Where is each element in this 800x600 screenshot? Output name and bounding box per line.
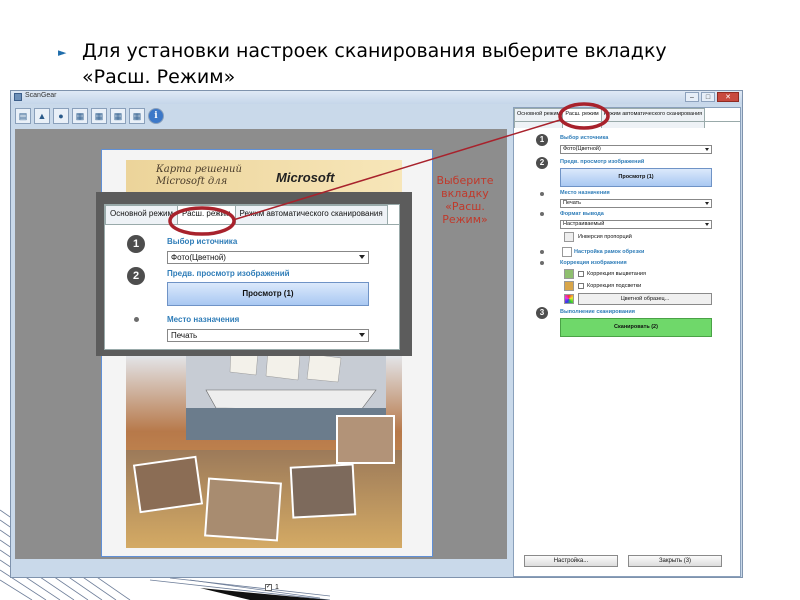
scanner-icon[interactable]: ▤ <box>15 108 31 124</box>
page-number: 1 <box>275 584 279 591</box>
destination-value: Печать <box>563 200 582 206</box>
grid-icon[interactable]: ▦ <box>72 108 88 124</box>
settings-button[interactable]: Настройка... <box>524 555 618 567</box>
tab-basic-mode[interactable]: Основной режим <box>514 108 564 128</box>
zoom-tab-basic-mode[interactable]: Основной режим <box>105 205 179 225</box>
poster-brand: Microsoft <box>276 170 335 185</box>
step-dot <box>540 250 544 254</box>
destination-select[interactable]: Печать <box>560 199 712 208</box>
zoom-source-select[interactable]: Фото(Цветной) <box>167 251 369 264</box>
maximize-button[interactable]: □ <box>701 92 715 102</box>
settings-panel: Основной режим Расш. режим Режим автомат… <box>513 107 741 577</box>
step-dot <box>540 212 544 216</box>
zoom-tab-advanced-mode[interactable]: Расш. режим <box>177 205 236 225</box>
step-1-badge: 1 <box>536 134 548 146</box>
tab-advanced-mode[interactable]: Расш. режим <box>562 108 602 128</box>
zoom-step-1-badge: 1 <box>127 235 145 253</box>
backlight-checkbox[interactable]: Коррекция подсветки <box>578 283 641 289</box>
color-pattern-button[interactable]: Цветной образец... <box>578 293 712 305</box>
fade-label: Коррекция выцветания <box>587 271 646 277</box>
fade-checkbox[interactable]: Коррекция выцветания <box>578 271 646 277</box>
app-icon <box>14 93 22 101</box>
page-checkbox[interactable]: ✓ <box>265 584 272 591</box>
photo-icon[interactable]: ▲ <box>34 108 50 124</box>
info-icon[interactable]: i <box>148 108 164 124</box>
zoom-preview-button[interactable]: Просмотр (1) <box>167 282 369 306</box>
zoom-step-2-badge: 2 <box>127 267 145 285</box>
zoom-destination-select[interactable]: Печать <box>167 329 369 342</box>
scan-label: Выполнение сканирования <box>560 309 635 315</box>
fade-icon <box>564 269 574 279</box>
output-label: Формат вывода <box>560 211 604 217</box>
slide-bullet: ► Для установки настроек сканирования вы… <box>58 38 718 90</box>
step-dot <box>540 261 544 265</box>
zoom-destination-label: Место назначения <box>167 315 240 324</box>
close-button[interactable]: ✕ <box>717 92 739 102</box>
source-select[interactable]: Фото(Цветной) <box>560 145 712 154</box>
step-3-badge: 3 <box>536 307 548 319</box>
window-title: ScanGear <box>25 92 57 99</box>
bullet-text: Для установки настроек сканирования выбе… <box>82 40 667 88</box>
zoomed-panel: Основной режим Расш. режим Режим автомат… <box>96 192 412 356</box>
backlight-icon <box>564 281 574 291</box>
frame-label: Настройка рамок обрезки <box>574 249 645 255</box>
close-dialog-button[interactable]: Закрыть (3) <box>628 555 722 567</box>
output-value: Настраиваемый <box>563 221 605 227</box>
frame-icon[interactable] <box>562 247 572 257</box>
step-2-badge: 2 <box>536 157 548 169</box>
zoom-tab-auto-scan-mode[interactable]: Режим автоматического сканирования <box>234 205 388 225</box>
grid-icon[interactable]: ▦ <box>110 108 126 124</box>
source-value: Фото(Цветной) <box>563 146 601 152</box>
tab-auto-scan-mode[interactable]: Режим автоматического сканирования <box>600 108 706 128</box>
zoom-step-dot <box>134 317 139 322</box>
invert-label: Инверсия пропорций <box>578 234 632 240</box>
source-label: Выбор источника <box>560 135 609 141</box>
step-dot <box>540 192 544 196</box>
callout-text: Выберите вкладку «Расш. Режим» <box>436 174 494 226</box>
window-titlebar: ScanGear – □ ✕ <box>11 91 742 104</box>
poster-title: Карта решений Microsoft для <box>156 164 242 187</box>
preview-button[interactable]: Просмотр (1) <box>560 168 712 187</box>
zoom-source-value: Фото(Цветной) <box>171 253 226 262</box>
page-indicator: ✓ 1 <box>265 584 279 591</box>
toolbar: ▤ ▲ ● ▦ ▦ ▦ ▦ i <box>15 107 164 125</box>
person-icon[interactable]: ● <box>53 108 69 124</box>
zoom-preview-label: Предв. просмотр изображений <box>167 269 290 278</box>
backlight-label: Коррекция подсветки <box>587 283 642 289</box>
grid-icon[interactable]: ▦ <box>91 108 107 124</box>
invert-proportions[interactable]: Инверсия пропорций <box>578 234 632 240</box>
invert-icon[interactable] <box>564 232 574 242</box>
zoom-destination-value: Печать <box>171 331 198 340</box>
output-select[interactable]: Настраиваемый <box>560 220 712 229</box>
correction-label: Коррекция изображения <box>560 260 627 266</box>
zoom-source-label: Выбор источника <box>167 237 238 246</box>
preview-label: Предв. просмотр изображений <box>560 159 645 165</box>
destination-label: Место назначения <box>560 190 610 196</box>
color-pattern-icon <box>564 294 574 304</box>
scan-button[interactable]: Сканировать (2) <box>560 318 712 337</box>
bullet-marker-icon: ► <box>58 46 67 59</box>
grid-icon[interactable]: ▦ <box>129 108 145 124</box>
minimize-button[interactable]: – <box>685 92 699 102</box>
